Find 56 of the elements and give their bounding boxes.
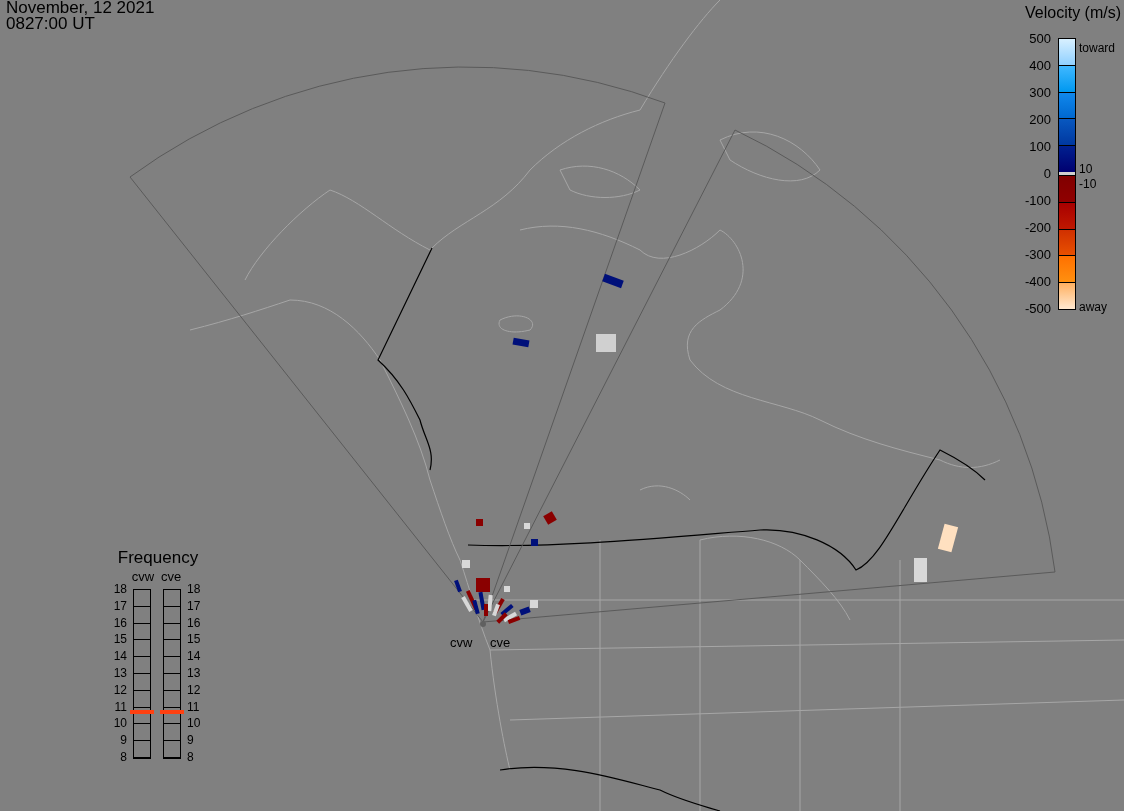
velocity-patch bbox=[512, 337, 530, 348]
velocity-scale-title: Velocity (m/s) bbox=[1024, 3, 1122, 23]
threshold-label: -10 bbox=[1079, 177, 1097, 191]
velocity-tick-label: -200 bbox=[1023, 219, 1051, 237]
velocity-patch bbox=[596, 334, 616, 352]
frequency-tick-label: 16 bbox=[112, 614, 127, 632]
frequency-tick-label: 12 bbox=[187, 681, 202, 699]
velocity-tick-label: -500 bbox=[1023, 300, 1051, 318]
velocity-tick-label: 100 bbox=[1028, 138, 1051, 156]
frequency-tick-label: 14 bbox=[187, 648, 202, 665]
velocity-tick-label: -400 bbox=[1023, 273, 1051, 291]
frequency-tick-label: 8 bbox=[187, 748, 195, 766]
velocity-tick-label: -300 bbox=[1023, 246, 1051, 264]
radar-site-label: cvw bbox=[450, 635, 473, 650]
velocity-patch bbox=[454, 579, 462, 593]
velocity-patch bbox=[602, 273, 624, 289]
frequency-tick-label: 11 bbox=[113, 698, 127, 716]
frequency-tick-label: 10 bbox=[112, 715, 127, 733]
frequency-tick-label: 9 bbox=[119, 732, 127, 749]
frequency-tick-label: 9 bbox=[187, 732, 195, 749]
frequency-tick-label: 10 bbox=[187, 715, 202, 733]
away-label: away bbox=[1079, 300, 1107, 314]
frequency-tick-label: 17 bbox=[112, 597, 127, 615]
time-label: 0827:00 UT bbox=[6, 16, 96, 32]
threshold-label: 10 bbox=[1079, 162, 1093, 176]
velocity-patch bbox=[462, 560, 470, 568]
velocity-patch bbox=[543, 511, 557, 525]
radar-name-label: cve bbox=[163, 568, 179, 586]
velocity-patch bbox=[524, 523, 530, 529]
velocity-patch bbox=[531, 539, 538, 546]
frequency-tick-label: 13 bbox=[187, 665, 202, 682]
velocity-patch bbox=[914, 558, 927, 582]
frequency-tick-label: 14 bbox=[112, 648, 127, 665]
velocity-tick-label: 400 bbox=[1028, 57, 1051, 75]
velocity-patch bbox=[504, 586, 510, 592]
frequency-tick-label: 12 bbox=[112, 681, 127, 699]
date-label: November, 12 2021 bbox=[6, 0, 155, 16]
frequency-tick-label: 18 bbox=[187, 581, 202, 598]
velocity-tick-label: 500 bbox=[1028, 30, 1051, 48]
velocity-tick-label: 200 bbox=[1028, 111, 1051, 129]
velocity-tick-label: 0 bbox=[1042, 165, 1051, 183]
frequency-tick-label: 15 bbox=[112, 631, 127, 649]
frequency-tick-label: 13 bbox=[112, 665, 127, 682]
velocity-patch bbox=[476, 519, 483, 526]
velocity-tick-label: -100 bbox=[1023, 192, 1051, 210]
frequency-title: Frequency bbox=[117, 548, 199, 568]
frequency-tick-label: 11 bbox=[187, 698, 201, 716]
toward-label: toward bbox=[1079, 41, 1116, 55]
frequency-tick-label: 16 bbox=[187, 614, 202, 632]
frequency-tick-label: 8 bbox=[119, 748, 127, 766]
velocity-tick-label: 300 bbox=[1028, 84, 1051, 102]
frequency-tick-label: 15 bbox=[187, 631, 202, 649]
frequency-tick-label: 17 bbox=[187, 597, 202, 615]
frequency-tick-label: 18 bbox=[112, 581, 127, 598]
radar-site-marker bbox=[480, 621, 486, 627]
radar-site-label: cve bbox=[490, 635, 511, 650]
